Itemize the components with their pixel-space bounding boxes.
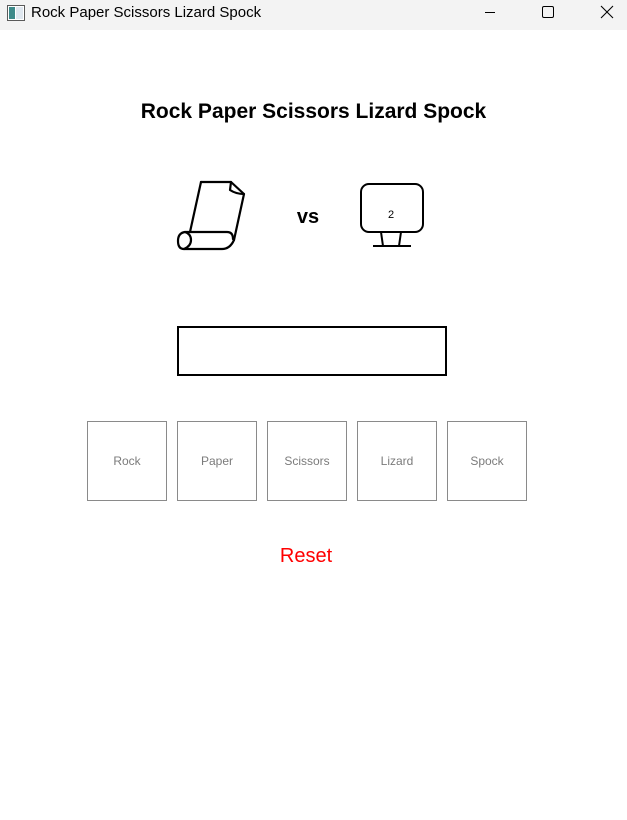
paper-button[interactable]: Paper xyxy=(177,421,257,501)
minimize-button[interactable] xyxy=(467,0,513,30)
maximize-button[interactable] xyxy=(524,0,570,30)
app-window-icon xyxy=(7,5,25,21)
result-display xyxy=(177,326,447,376)
close-icon xyxy=(600,5,614,19)
lizard-button[interactable]: Lizard xyxy=(357,421,437,501)
scroll-paper-icon xyxy=(172,176,254,256)
close-button[interactable] xyxy=(581,0,627,30)
vs-label: vs xyxy=(296,206,320,228)
rock-button[interactable]: Rock xyxy=(87,421,167,501)
reset-button[interactable]: Reset xyxy=(0,543,612,569)
scissors-button[interactable]: Scissors xyxy=(267,421,347,501)
window-title: Rock Paper Scissors Lizard Spock xyxy=(31,4,262,21)
spock-button[interactable]: Spock xyxy=(447,421,527,501)
title-bar: Rock Paper Scissors Lizard Spock xyxy=(0,0,627,30)
maximize-icon xyxy=(542,6,554,18)
computer-choice-value: 2 xyxy=(387,209,395,221)
game-title: Rock Paper Scissors Lizard Spock xyxy=(140,100,487,123)
monitor-icon: 2 xyxy=(356,180,428,252)
minimize-icon xyxy=(485,12,495,13)
